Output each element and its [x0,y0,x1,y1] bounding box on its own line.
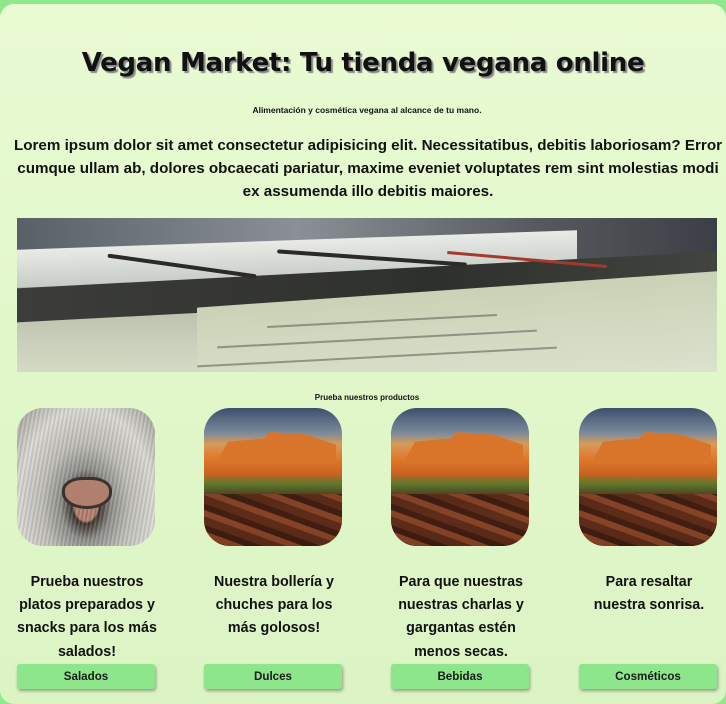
products-section-label: Prueba nuestros productos [314,393,420,402]
product-description: Nuestra bollería y chuches para los más … [214,574,334,637]
dulces-button[interactable]: Dulces [204,664,342,689]
intro-paragraph: Lorem ipsum dolor sit amet consectetur a… [13,137,723,200]
product-image-canyon [579,408,717,546]
salados-button[interactable]: Salados [17,664,155,689]
product-card-bebidas: Para que nuestras nuestras charlas y gar… [391,408,531,664]
product-card-cosmeticos: Para resaltar nuestra sonrisa. [579,408,719,617]
hero-image [17,218,717,372]
product-card-salados: Prueba nuestros platos preparados y snac… [17,408,157,664]
page-container: Vegan Market: Tu tienda vegana online Al… [0,4,726,704]
bebidas-button[interactable]: Bebidas [391,664,529,689]
product-description: Para resaltar nuestra sonrisa. [593,574,705,614]
cosmeticos-button[interactable]: Cosméticos [579,664,717,689]
product-card-dulces: Nuestra bollería y chuches para los más … [204,408,344,641]
product-image-canyon [391,408,529,546]
product-image-cat [17,408,155,546]
product-description: Para que nuestras nuestras charlas y gar… [398,574,524,660]
page-subtitle: Alimentación y cosmética vegana al alcan… [252,105,482,115]
product-image-canyon [204,408,342,546]
page-title: Vegan Market: Tu tienda vegana online [81,48,645,78]
product-description: Prueba nuestros platos preparados y snac… [17,574,157,660]
